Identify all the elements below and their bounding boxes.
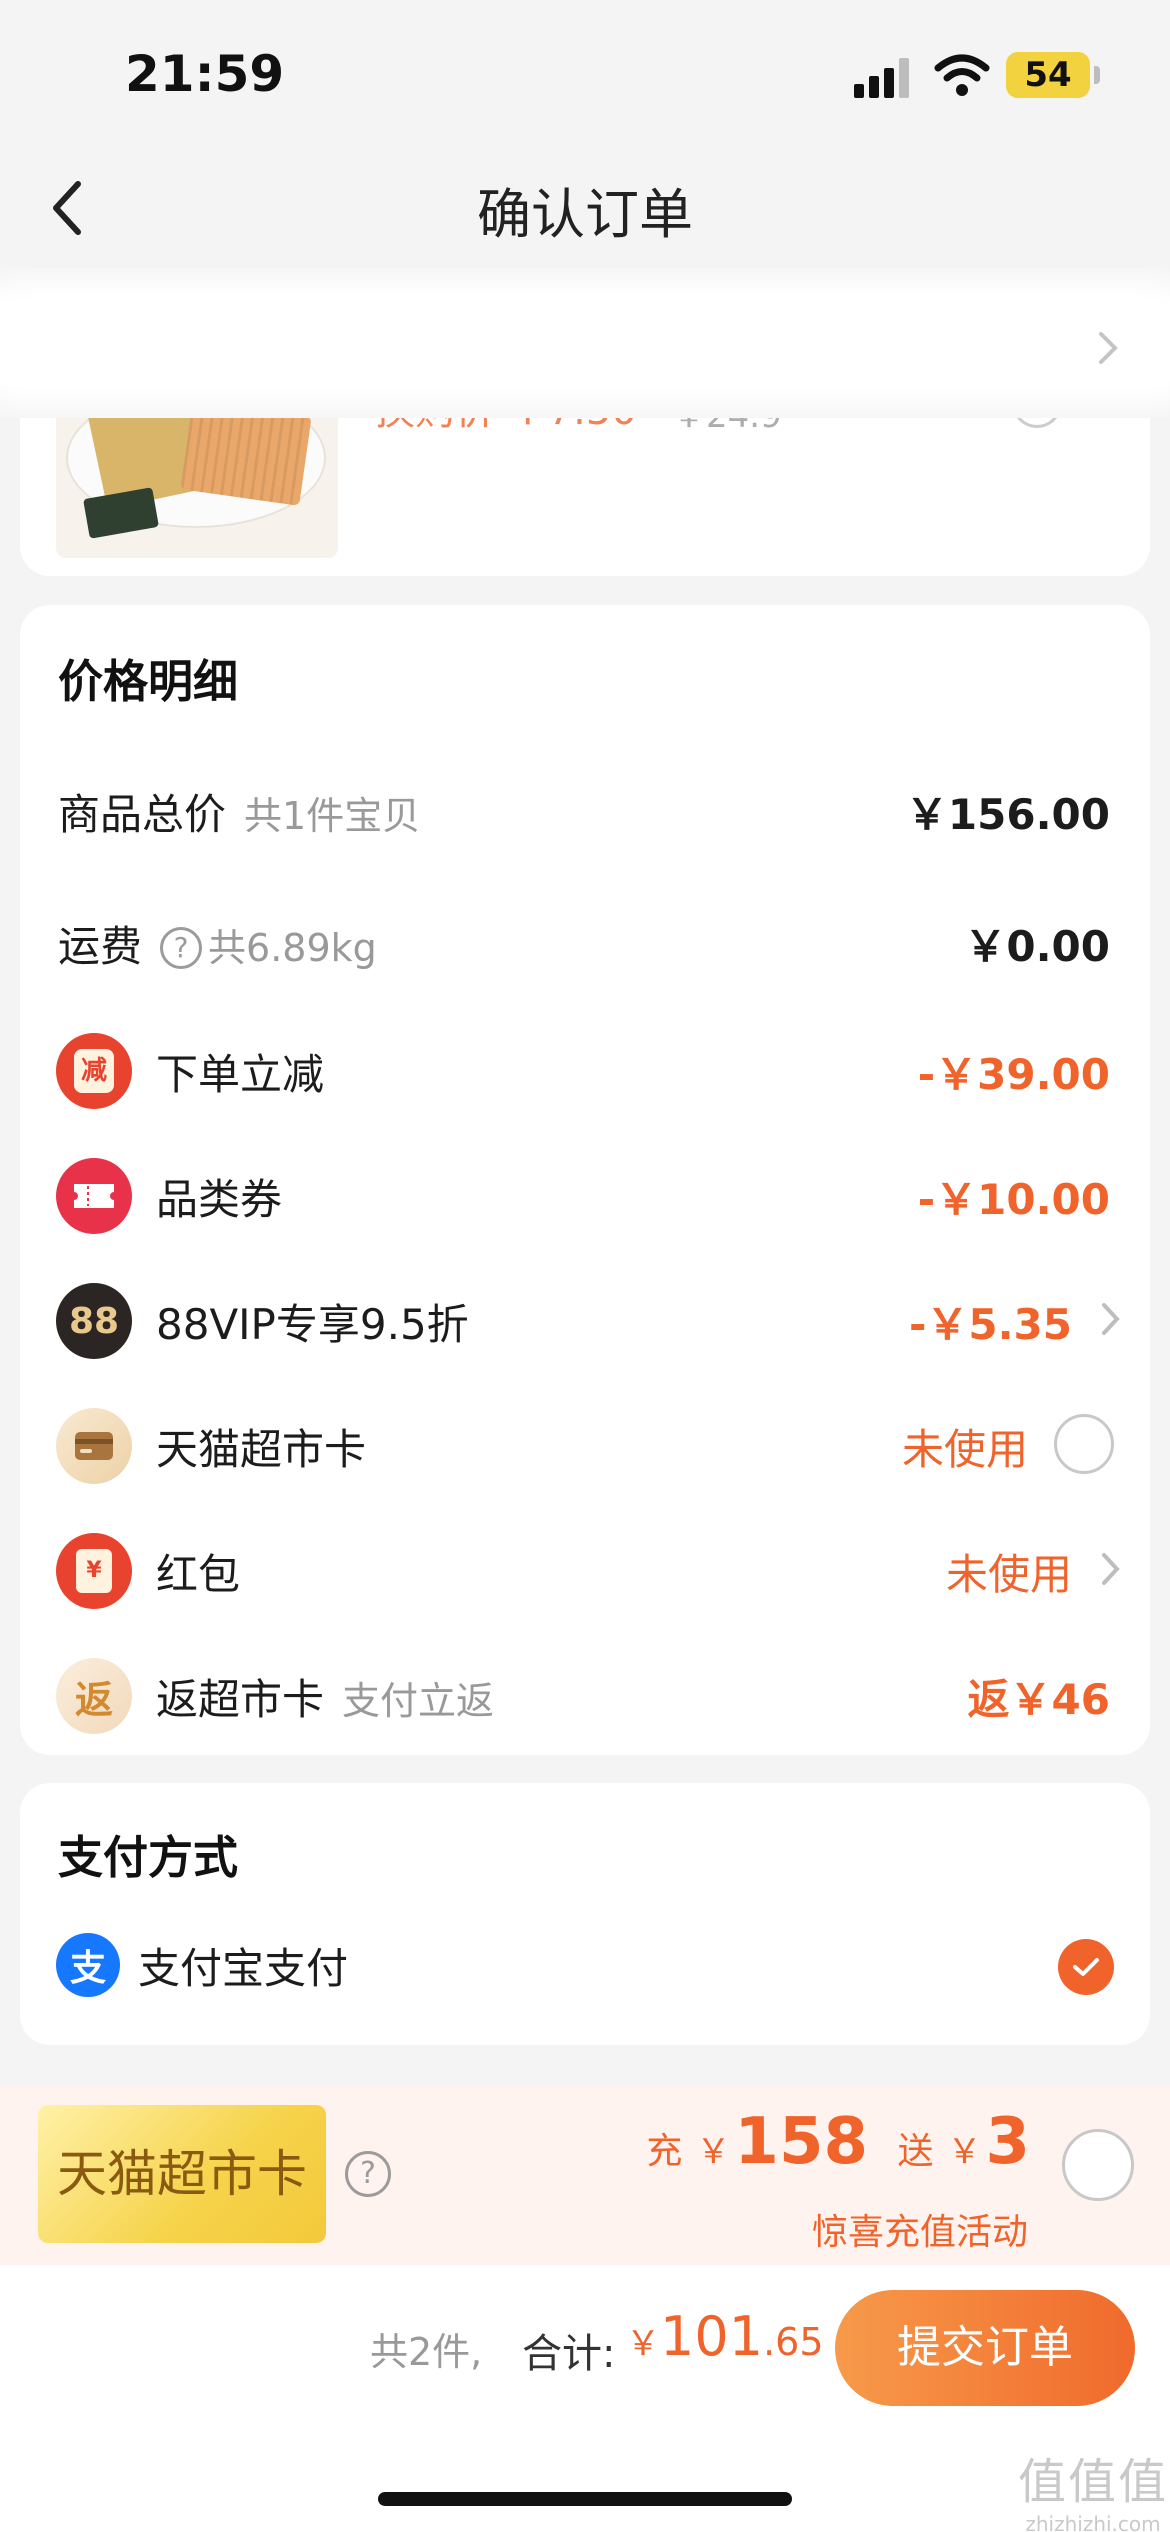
status-time: 21:59 (125, 45, 285, 103)
charge-yen: ￥ (696, 2132, 731, 2172)
charge-label: 充 (646, 2131, 683, 2172)
chevron-right-icon (1099, 332, 1118, 364)
row-goods-total: 商品总价 共1件宝贝 ￥156.00 (20, 765, 1150, 855)
total-label: 合计: (522, 2331, 616, 2377)
order-confirm-page: 21:59 54 确认订单 价格明细 商品总价 共1件宝贝 ￥156.00 运费… (0, 0, 1170, 2532)
total-yen: ￥ (626, 2324, 660, 2364)
chevron-right-icon (1102, 1303, 1120, 1335)
total-dec: .65 (763, 2320, 824, 2364)
shipping-label: 运费 (58, 922, 143, 971)
alipay-icon: 支 (56, 1933, 120, 1997)
alipay-label[interactable]: 支付宝支付 (138, 1935, 348, 1996)
vip88-icon: 88 (56, 1283, 132, 1359)
address-section-blurred[interactable] (0, 268, 1170, 418)
help-icon[interactable]: ? (345, 2151, 391, 2197)
coupon-icon (56, 1158, 132, 1234)
row-red-packet[interactable]: ¥ 红包 未使用 (20, 1525, 1150, 1615)
wifi-icon (934, 54, 990, 96)
tmall-card-radio[interactable] (1054, 1414, 1114, 1474)
gift-yen: ￥ (947, 2132, 982, 2172)
rebate-icon: 返 (56, 1658, 132, 1734)
help-icon[interactable]: ? (160, 927, 203, 969)
nav-bar: 确认订单 (0, 150, 1170, 265)
battery-level: 54 (1006, 52, 1090, 98)
price-detail-title: 价格明细 (58, 655, 239, 708)
reduce-icon: 减 (56, 1033, 132, 1109)
recharge-radio[interactable] (1062, 2129, 1134, 2201)
watermark-en: zhizhizhi.com (1025, 2512, 1161, 2532)
product-image (56, 418, 338, 558)
category-coupon-label: 品类券 (156, 1175, 283, 1224)
row-order-discount: 减 下单立减 -￥39.00 (20, 1025, 1150, 1115)
card-icon (56, 1408, 132, 1484)
row-rebate-card: 返 返超市卡 支付立返 返￥46 (20, 1650, 1150, 1740)
check-icon[interactable] (1058, 1939, 1114, 1995)
watermark-cn: 值值值 (1018, 2454, 1169, 2510)
gift-label: 送 (897, 2131, 934, 2172)
row-shipping: 运费? 共6.89kg ￥0.00 (20, 897, 1150, 987)
charge-amount: 158 (734, 2105, 868, 2179)
chevron-right-icon (1102, 1553, 1120, 1585)
rebate-sub: 支付立返 (342, 1679, 495, 1723)
goods-total-value: ￥156.00 (905, 790, 1110, 839)
tmall-card-badge: 天猫超市卡 (38, 2105, 326, 2243)
blurred-address (0, 278, 1170, 408)
price-detail-card: 价格明细 商品总价 共1件宝贝 ￥156.00 运费? 共6.89kg ￥0.00 … (20, 605, 1150, 1755)
goods-count: 共1件宝贝 (244, 794, 421, 838)
payment-card: 支付方式 支 支付宝支付 (20, 1783, 1150, 2045)
red-packet-value: 未使用 (945, 1550, 1072, 1599)
recharge-offer: 充 ￥158 送 ￥3 (646, 2105, 1030, 2179)
tmall-card-label: 天猫超市卡 (156, 1425, 367, 1474)
home-indicator[interactable] (378, 2492, 792, 2506)
rebate-label: 返超市卡 (156, 1675, 325, 1724)
order-discount-label: 下单立减 (156, 1050, 325, 1099)
watermark: 值值值 zhizhizhi.com (1018, 2442, 1168, 2532)
gift-amount: 3 (985, 2105, 1030, 2179)
row-category-coupon: 品类券 -￥10.00 (20, 1150, 1150, 1240)
bottom-checkout-bar: 共2件, 合计: ￥101.65 提交订单 值值值 zhizhizhi.com (0, 2265, 1170, 2532)
order-discount-value: -￥39.00 (917, 1050, 1110, 1099)
rebate-value: 返￥46 (967, 1675, 1110, 1724)
shipping-value: ￥0.00 (964, 922, 1110, 971)
payment-title: 支付方式 (58, 1831, 239, 1884)
row-tmall-card[interactable]: 天猫超市卡 未使用 (20, 1400, 1150, 1490)
item-count: 共2件, (370, 2330, 483, 2374)
submit-order-button[interactable]: 提交订单 (835, 2290, 1135, 2406)
category-coupon-value: -￥10.00 (917, 1175, 1110, 1224)
original-price: ￥24.9 (672, 418, 782, 437)
total-amount: ￥101.65 (626, 2305, 824, 2368)
product-card: 换购价 ￥7.50 ￥24.9 (20, 418, 1150, 576)
red-packet-label: 红包 (156, 1550, 241, 1599)
page-title: 确认订单 (477, 183, 693, 246)
goods-total-label: 商品总价 (58, 790, 227, 839)
status-bar: 21:59 54 (0, 0, 1170, 150)
recharge-promo-bar: 天猫超市卡 ? 充 ￥158 送 ￥3 惊喜充值活动 (0, 2085, 1170, 2265)
tmall-card-value: 未使用 (901, 1425, 1028, 1474)
row-vip-discount[interactable]: 88 88VIP专享9.5折 -￥5.35 (20, 1275, 1150, 1365)
product-select-radio[interactable] (1012, 418, 1062, 428)
vip-discount-label: 88VIP专享9.5折 (156, 1300, 469, 1349)
battery-tip (1094, 66, 1100, 84)
red-packet-icon: ¥ (56, 1533, 132, 1609)
promo-subtitle: 惊喜充值活动 (811, 2212, 1028, 2253)
shipping-weight: 共6.89kg (208, 926, 377, 970)
swap-price: 换购价 ￥7.50 (375, 418, 637, 436)
vip-discount-value: -￥5.35 (908, 1300, 1072, 1349)
total-int: 101 (660, 2305, 764, 2368)
cellular-signal-icon (854, 58, 914, 98)
